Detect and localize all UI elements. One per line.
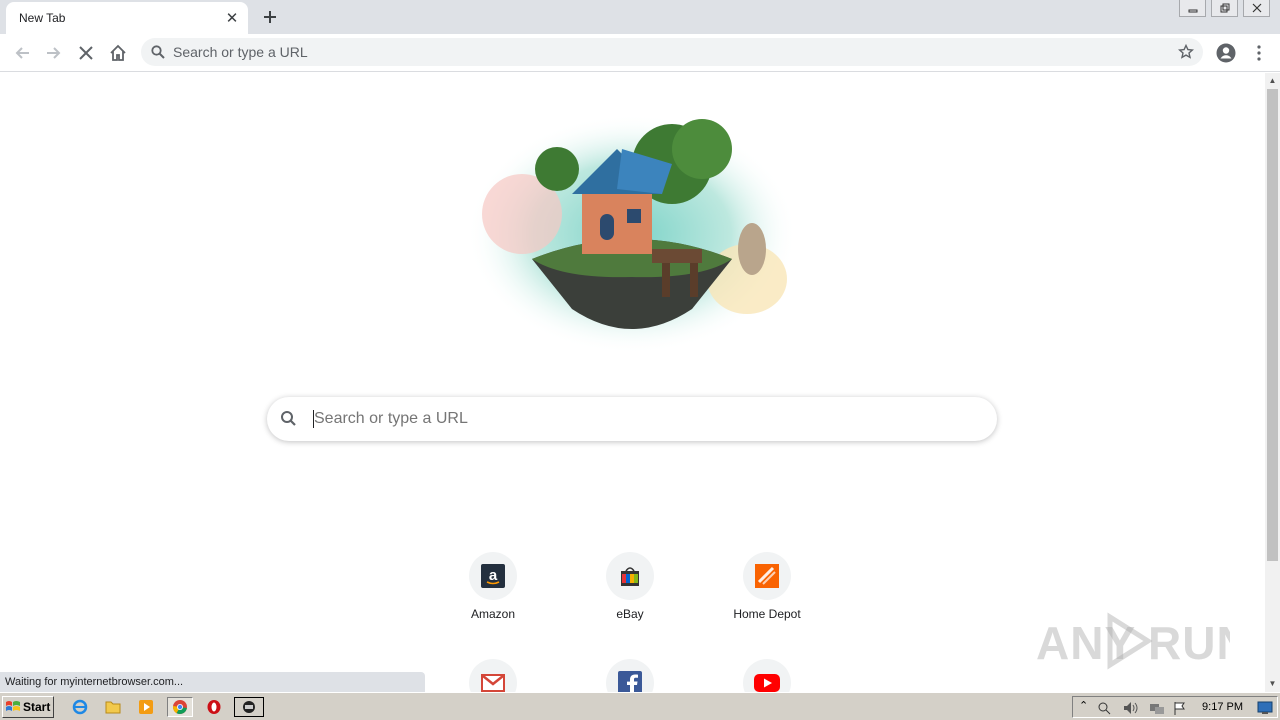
shortcut-tile-facebook[interactable] — [580, 659, 680, 692]
forward-arrow-icon — [47, 47, 61, 59]
restore-icon — [1220, 3, 1229, 13]
opera-icon — [207, 700, 221, 714]
svg-text:a: a — [489, 567, 498, 584]
tab-new-tab[interactable]: New Tab ✕ — [6, 2, 248, 34]
shortcut-tile-youtube[interactable] — [717, 659, 817, 692]
browser-toolbar: Search or type a URL — [0, 34, 1280, 72]
stop-loading-button[interactable] — [72, 39, 100, 67]
scroll-up-icon[interactable]: ▲ — [1268, 76, 1277, 85]
tile-label: Amazon — [470, 607, 516, 621]
tile-icon-wrap: a — [469, 552, 517, 600]
back-arrow-icon — [15, 47, 29, 59]
tile-icon-wrap — [743, 552, 791, 600]
account-icon — [1216, 43, 1236, 63]
stop-icon — [79, 46, 93, 60]
start-label: Start — [23, 700, 51, 714]
gmail-icon — [481, 674, 505, 692]
search-icon — [151, 45, 165, 59]
minimize-button[interactable] — [1179, 0, 1206, 17]
tile-icon-wrap — [606, 552, 654, 600]
tile-icon-wrap — [469, 659, 517, 692]
search-input[interactable]: Search or type a URL — [313, 410, 468, 428]
close-window-button[interactable] — [1243, 0, 1270, 17]
plus-icon — [264, 11, 276, 23]
tab-strip: New Tab ✕ — [0, 0, 1280, 34]
home-button[interactable] — [104, 39, 132, 67]
windows-logo-icon — [6, 701, 20, 711]
taskbar-chrome-button[interactable] — [167, 697, 193, 717]
taskbar-opera-button[interactable] — [204, 697, 224, 717]
scroll-down-icon[interactable]: ▼ — [1268, 679, 1277, 688]
omnibox[interactable]: Search or type a URL — [141, 38, 1203, 66]
back-button[interactable] — [8, 39, 36, 67]
window-controls — [1174, 0, 1270, 18]
amazon-icon: a — [481, 564, 505, 588]
home-depot-icon — [755, 564, 779, 588]
main-search-box[interactable]: Search or type a URL — [267, 397, 997, 441]
folder-icon — [105, 701, 121, 714]
volume-icon[interactable] — [1123, 701, 1139, 715]
floating-island-illustration — [467, 114, 797, 354]
minimize-icon — [1188, 9, 1197, 13]
network-icon[interactable] — [1149, 701, 1165, 715]
taskbar-explorer-button[interactable] — [103, 697, 123, 717]
tab-title: New Tab — [19, 11, 66, 25]
taskbar-media-button[interactable] — [136, 697, 156, 717]
star-icon[interactable] — [1178, 44, 1194, 60]
chrome-icon — [173, 700, 187, 715]
start-button[interactable]: Start — [2, 696, 54, 718]
home-icon — [110, 44, 126, 61]
tray-expand-icon[interactable]: ⌃ — [1079, 699, 1088, 712]
svg-text:RUN: RUN — [1148, 617, 1230, 669]
new-tab-page: Search or type a URL a Amazon eBay Home … — [0, 73, 1265, 692]
internet-explorer-icon — [72, 699, 88, 715]
search-placeholder: Search or type a URL — [314, 410, 468, 427]
show-desktop-icon[interactable] — [1257, 701, 1273, 715]
action-center-flag-icon[interactable] — [1173, 701, 1187, 715]
kebab-menu-icon — [1257, 45, 1261, 61]
tile-label: eBay — [616, 607, 644, 621]
tile-label: Home Depot — [733, 607, 801, 621]
status-bubble: Waiting for myinternetbrowser.com... — [0, 672, 425, 692]
profile-button[interactable] — [1212, 39, 1240, 67]
tab-close-icon[interactable]: ✕ — [220, 6, 244, 30]
restore-button[interactable] — [1211, 0, 1238, 17]
taskbar-app-button[interactable] — [234, 697, 264, 717]
omnibox-placeholder: Search or type a URL — [173, 44, 308, 60]
tray-search-icon[interactable] — [1097, 701, 1111, 715]
youtube-icon — [754, 674, 780, 692]
tile-icon-wrap — [606, 659, 654, 692]
shortcut-tile-ebay[interactable]: eBay — [580, 552, 680, 622]
search-icon — [281, 411, 296, 426]
clock[interactable]: 9:17 PM — [1202, 701, 1243, 713]
taskbar-ie-button[interactable] — [70, 697, 90, 717]
system-tray: ⌃ 9:17 PM — [1072, 696, 1278, 718]
shortcut-tile-amazon[interactable]: a Amazon — [443, 552, 543, 622]
shortcut-tile-gmail[interactable] — [443, 659, 543, 692]
page-scrollbar[interactable]: ▲ ▼ — [1265, 73, 1280, 692]
anyrun-logo: ANY RUN — [1036, 612, 1230, 670]
app-window-icon — [243, 701, 255, 713]
facebook-icon — [618, 671, 642, 692]
anyrun-watermark: ANY RUN — [1036, 606, 1236, 676]
windows-taskbar: Start ⌃ 9:17 PM — [0, 692, 1280, 720]
tile-icon-wrap — [743, 659, 791, 692]
forward-button[interactable] — [40, 39, 68, 67]
menu-button[interactable] — [1245, 39, 1273, 67]
shortcut-tile-home-depot[interactable]: Home Depot — [717, 552, 817, 622]
media-player-icon — [139, 700, 153, 714]
ebay-icon — [621, 567, 639, 586]
new-tab-button[interactable] — [258, 5, 282, 29]
close-icon — [1252, 3, 1261, 13]
scroll-thumb[interactable] — [1267, 89, 1278, 561]
